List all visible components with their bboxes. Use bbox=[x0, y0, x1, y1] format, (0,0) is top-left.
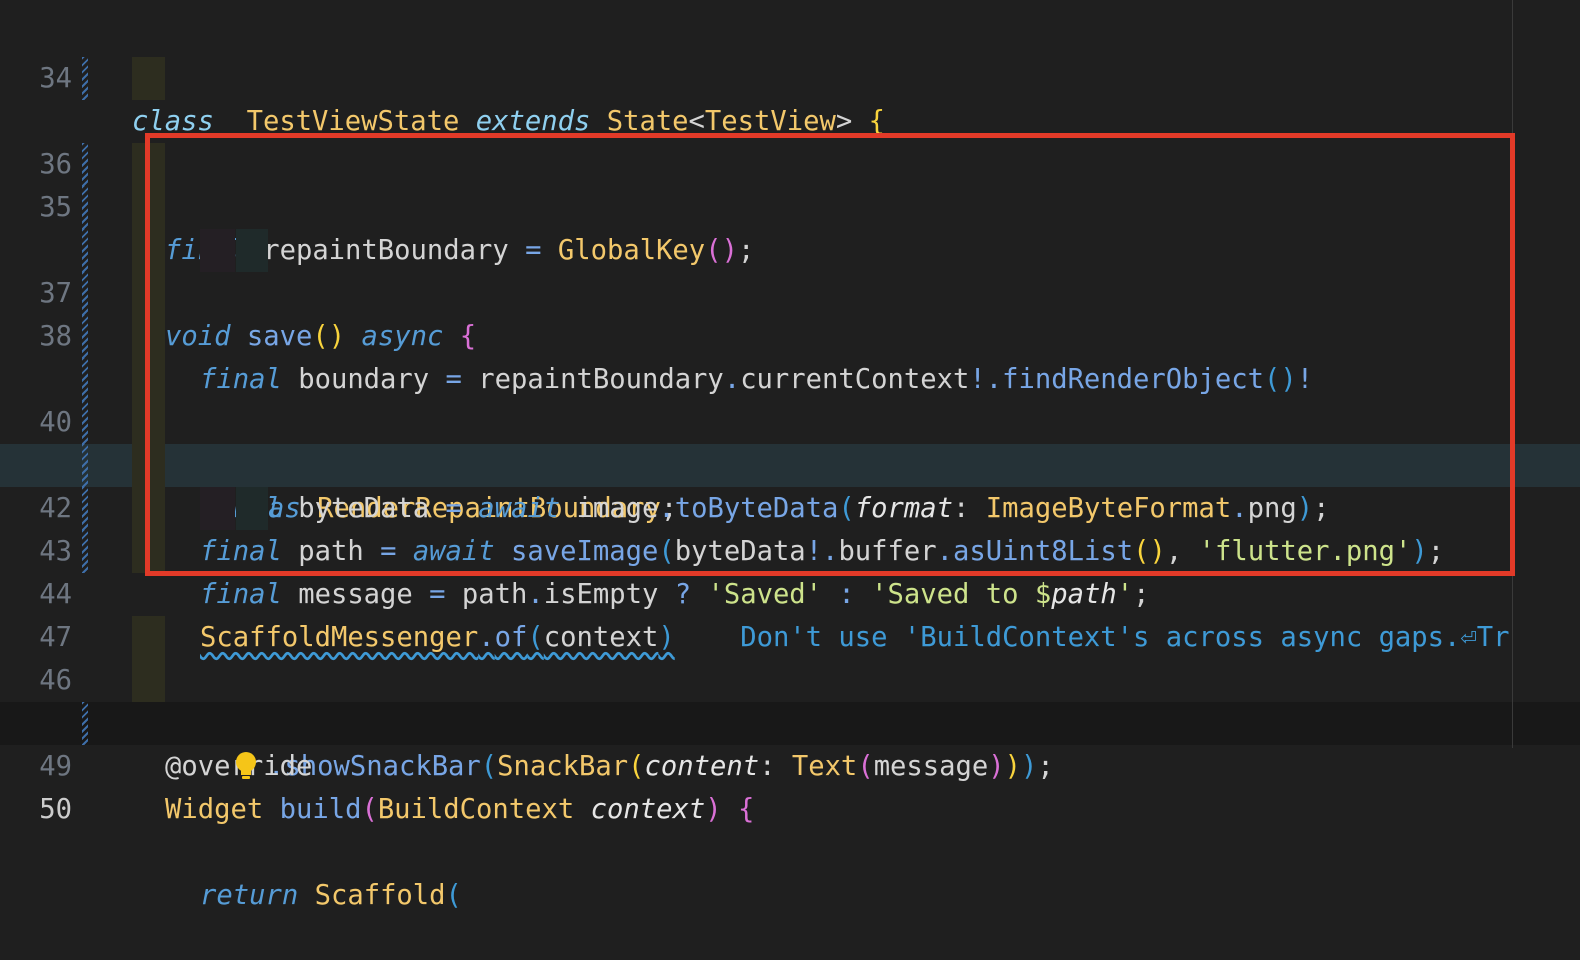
code-line[interactable]: 50 return Scaffold( bbox=[0, 702, 1580, 911]
modified-line-marker bbox=[82, 272, 88, 315]
indent-guide bbox=[132, 616, 165, 659]
modified-line-marker bbox=[82, 530, 88, 573]
line-code: .showSnackBar(SnackBar(content: Text(mes… bbox=[268, 751, 1054, 782]
modified-line-marker bbox=[82, 315, 88, 358]
modified-line-marker bbox=[82, 444, 88, 487]
indent-guide bbox=[132, 57, 165, 100]
code-line[interactable]: 47 bbox=[0, 573, 1580, 653]
code-line[interactable]: 48 @override bbox=[0, 616, 1580, 782]
modified-line-marker bbox=[82, 57, 88, 100]
code-line[interactable]: 35 final repaintBoundary = GlobalKey(); bbox=[0, 57, 1580, 266]
line-code: Widget build(BuildContext context) { bbox=[165, 794, 755, 825]
code-line[interactable]: 49 Widget build(BuildContext context) { bbox=[0, 659, 1580, 825]
lightbulb-icon[interactable] bbox=[136, 708, 257, 779]
modified-line-marker bbox=[82, 358, 88, 401]
indent-guide bbox=[132, 659, 165, 702]
modified-line-marker bbox=[82, 401, 88, 444]
modified-line-marker bbox=[82, 702, 88, 745]
line-code: return Scaffold( bbox=[200, 880, 462, 911]
line-number: 50 bbox=[39, 794, 72, 825]
modified-line-marker bbox=[82, 487, 88, 530]
modified-line-marker bbox=[82, 143, 88, 186]
code-line[interactable]: 34 class _TestViewState extends State<Te… bbox=[0, 14, 1580, 137]
modified-line-marker bbox=[82, 229, 88, 272]
annotation-highlight-box bbox=[145, 133, 1515, 576]
code-editor[interactable]: 34 class _TestViewState extends State<Te… bbox=[0, 0, 1580, 911]
modified-line-marker bbox=[82, 186, 88, 229]
